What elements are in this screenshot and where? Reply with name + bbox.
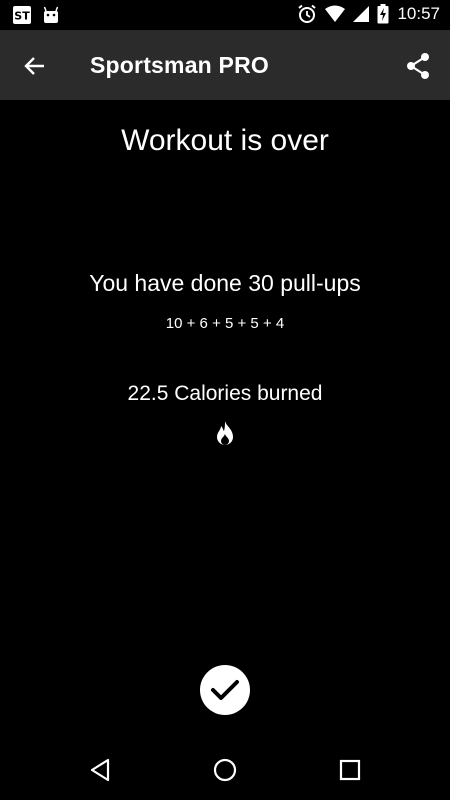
- status-right-icons: 10:57: [297, 4, 440, 24]
- wifi-icon: [325, 5, 346, 23]
- status-time: 10:57: [397, 4, 440, 23]
- calories-burned: 22.5 Calories burned: [127, 382, 323, 405]
- back-button[interactable]: [18, 51, 52, 81]
- workout-total: You have done 30 pull-ups: [89, 270, 361, 296]
- app-title: Sportsman PRO: [90, 52, 269, 78]
- signal-icon: [353, 5, 370, 23]
- triangle-back-icon: [89, 758, 111, 782]
- circle-home-icon: [212, 757, 238, 783]
- status-left-icons: ST: [12, 5, 60, 25]
- sportsman-app-icon: ST: [12, 5, 32, 25]
- svg-text:ST: ST: [14, 10, 30, 23]
- workout-summary: Workout is over You have done 30 pull-up…: [0, 100, 450, 740]
- alarm-icon: [297, 4, 317, 24]
- android-icon: [42, 5, 60, 25]
- done-button[interactable]: [200, 665, 250, 715]
- share-button[interactable]: [402, 50, 434, 82]
- app-bar: Sportsman PRO: [0, 30, 450, 100]
- nav-recents-button[interactable]: [336, 756, 364, 784]
- battery-charging-icon: [377, 4, 389, 24]
- arrow-left-icon: [23, 54, 47, 78]
- square-recents-icon: [338, 758, 362, 782]
- share-icon: [405, 52, 431, 80]
- nav-home-button[interactable]: [211, 756, 239, 784]
- system-nav-bar: [0, 740, 450, 800]
- checkmark-icon: [210, 678, 240, 702]
- nav-back-button[interactable]: [86, 756, 114, 784]
- flame-icon: [213, 420, 237, 448]
- headline: Workout is over: [121, 124, 329, 157]
- reps-breakdown: 10 + 6 + 5 + 5 + 4: [165, 315, 285, 332]
- status-bar: ST 10:57: [0, 0, 450, 30]
